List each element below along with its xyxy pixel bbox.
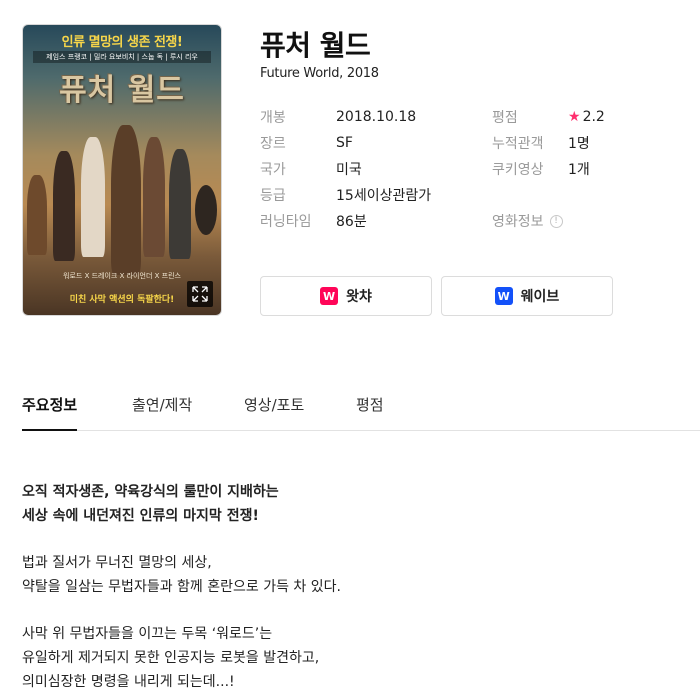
poster-cast-top: 제임스 프랭코 | 밀라 요보비치 | 스눕 독 | 루시 리우 xyxy=(33,51,211,63)
tab-cast-crew[interactable]: 출연/제작 xyxy=(132,394,192,431)
info-row-empty xyxy=(492,182,605,208)
synopsis-line: 유일하게 제거되지 못한 인공지능 로봇을 발견하고, xyxy=(22,650,320,666)
tab-video-photo[interactable]: 영상/포토 xyxy=(244,394,304,431)
poster-title: 퓨처 월드 xyxy=(59,73,185,108)
synopsis-line: 세상 속에 내던져진 인류의 마지막 전쟁! xyxy=(22,508,259,524)
poster-tagline: 인류 멸망의 생존 전쟁! xyxy=(61,35,183,50)
info-row-score: 평점 ★ 2.2 xyxy=(492,104,605,130)
synopsis-line: 오직 적자생존, 약육강식의 룰만이 지배하는 xyxy=(22,484,279,500)
poster-figures xyxy=(23,115,221,275)
star-icon: ★ xyxy=(568,109,581,125)
info-icon[interactable]: ! xyxy=(549,214,563,228)
info-label: 러닝타임 xyxy=(260,214,312,230)
poster-cast-bottom: 워로드 X 드레이크 X 라이언더 X 프린스 xyxy=(63,272,181,280)
info-label: 영화정보 xyxy=(492,214,544,230)
synopsis-line: 법과 질서가 무너진 멸망의 세상, xyxy=(22,555,212,571)
detail-tabs: 주요정보 출연/제작 영상/포토 평점 xyxy=(22,390,700,431)
info-row-genre: 장르 SF xyxy=(260,130,431,156)
info-label: 국가 xyxy=(260,162,286,178)
info-row-release: 개봉 2018.10.18 xyxy=(260,104,431,130)
wavve-button[interactable]: W 웨이브 xyxy=(441,276,613,316)
synopsis-line: 약탈을 일삼는 무법자들과 함께 혼란으로 가득 차 있다. xyxy=(22,579,341,595)
expand-poster-button[interactable] xyxy=(187,281,213,307)
tab-reviews[interactable]: 평점 xyxy=(356,394,384,431)
watcha-label: 왓챠 xyxy=(346,289,372,305)
info-value: 미국 xyxy=(336,162,362,178)
info-label: 장르 xyxy=(260,136,286,152)
synopsis-lead: 오직 적자생존, 약육강식의 룰만이 지배하는 세상 속에 내던져진 인류의 마… xyxy=(22,480,682,528)
info-row-rating-grade: 등급 15세이상관람가 xyxy=(260,182,431,208)
info-label: 평점 xyxy=(492,110,518,126)
info-left-column: 개봉 2018.10.18 장르 SF 국가 미국 등급 15세이상관람가 러닝… xyxy=(260,104,431,234)
movie-poster[interactable]: 인류 멸망의 생존 전쟁! 제임스 프랭코 | 밀라 요보비치 | 스눕 독 |… xyxy=(22,24,222,316)
info-value: 2018.10.18 xyxy=(336,109,417,125)
info-value: SF xyxy=(336,135,353,151)
info-label: 개봉 xyxy=(260,110,286,126)
score-number: 2.2 xyxy=(582,109,605,125)
info-value: 15세이상관람가 xyxy=(336,188,432,204)
info-right-column: 평점 ★ 2.2 누적관객 1명 쿠키영상 1개 영화정보 ! xyxy=(492,104,605,234)
info-row-country: 국가 미국 xyxy=(260,156,431,182)
info-value: 1명 xyxy=(568,136,590,152)
info-label: 쿠키영상 xyxy=(492,162,544,178)
wavve-label: 웨이브 xyxy=(520,289,560,305)
synopsis-line: 의미심장한 명령을 내리게 되는데...! xyxy=(22,674,235,690)
info-label: 등급 xyxy=(260,188,286,204)
watcha-logo-icon: W xyxy=(320,287,339,305)
info-row-audience: 누적관객 1명 xyxy=(492,130,605,156)
info-value: 86분 xyxy=(336,214,367,230)
expand-icon xyxy=(192,286,208,302)
info-label: 누적관객 xyxy=(492,136,544,152)
synopsis: 오직 적자생존, 약육강식의 룰만이 지배하는 세상 속에 내던져진 인류의 마… xyxy=(22,480,682,700)
movie-title: 퓨처 월드 xyxy=(260,29,371,62)
info-row-runtime: 러닝타임 86분 xyxy=(260,208,431,234)
info-value: 1개 xyxy=(568,162,590,178)
wavve-logo-icon: W xyxy=(494,287,513,305)
synopsis-line: 사막 위 무법자들을 이끄는 두목 ‘워로드’는 xyxy=(22,626,273,642)
synopsis-paragraph: 법과 질서가 무너진 멸망의 세상, 약탈을 일삼는 무법자들과 함께 혼란으로… xyxy=(22,551,682,599)
tab-main-info[interactable]: 주요정보 xyxy=(22,394,78,431)
info-row-movie-info[interactable]: 영화정보 ! xyxy=(492,208,605,234)
watcha-button[interactable]: W 왓챠 xyxy=(260,276,432,316)
movie-subtitle: Future World, 2018 xyxy=(260,66,379,81)
synopsis-paragraph: 사막 위 무법자들을 이끄는 두목 ‘워로드’는 유일하게 제거되지 못한 인공… xyxy=(22,622,682,694)
score-value: ★ 2.2 xyxy=(568,109,605,125)
info-row-cookie: 쿠키영상 1개 xyxy=(492,156,605,182)
